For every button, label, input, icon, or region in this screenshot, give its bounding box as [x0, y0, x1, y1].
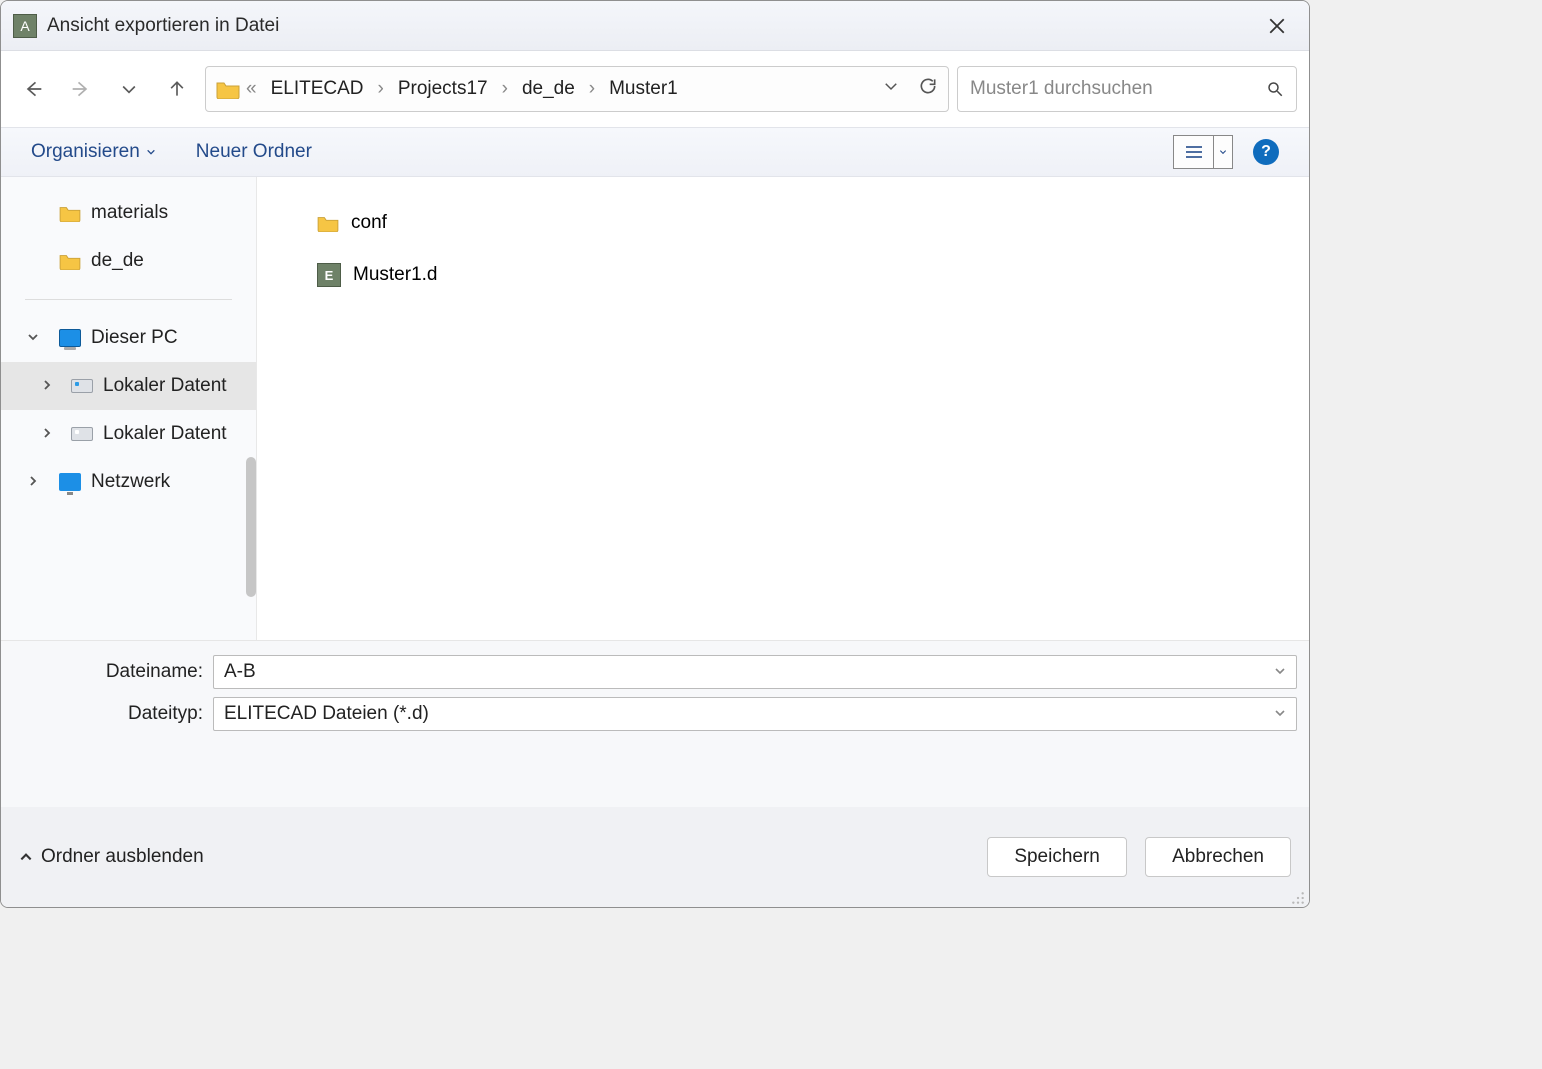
file-list[interactable]: conf E Muster1.d [257, 177, 1309, 640]
footer: Ordner ausblenden Speichern Abbrechen [1, 807, 1309, 907]
disk-icon [71, 427, 93, 441]
list-view-icon [1174, 136, 1214, 168]
chevron-down-icon[interactable] [1274, 661, 1286, 683]
chevron-down-icon[interactable] [27, 327, 43, 349]
organize-menu[interactable]: Organisieren [31, 141, 156, 163]
filetype-value: ELITECAD Dateien (*.d) [224, 703, 1274, 725]
network-icon [59, 473, 81, 491]
toolbar: Organisieren Neuer Ordner ? [1, 127, 1309, 177]
nav-row: « ELITECAD › Projects17 › de_de › Muster… [1, 51, 1309, 127]
folder-icon [317, 214, 339, 232]
new-folder-button[interactable]: Neuer Ordner [196, 141, 312, 163]
refresh-icon [918, 76, 938, 96]
breadcrumb-segment[interactable]: Muster1 [601, 74, 686, 104]
refresh-button[interactable] [918, 76, 938, 102]
list-item-label: Muster1.d [353, 264, 437, 286]
filename-label: Dateiname: [13, 661, 213, 683]
close-button[interactable] [1257, 6, 1297, 46]
monitor-icon [59, 329, 81, 347]
breadcrumb-segment[interactable]: Projects17 [390, 74, 496, 104]
chevron-right-icon: › [587, 78, 597, 100]
chevron-right-icon: › [376, 78, 386, 100]
tree-item-local-disk-2[interactable]: Lokaler Datent [1, 410, 256, 458]
chevron-right-icon[interactable] [27, 471, 43, 493]
dialog-title: Ansicht exportieren in Datei [47, 15, 279, 37]
folders-toggle-label: Ordner ausblenden [41, 846, 204, 868]
chevron-down-icon[interactable] [1274, 703, 1286, 725]
view-mode-button[interactable] [1173, 135, 1233, 169]
search-input[interactable] [970, 78, 1258, 100]
list-item-label: conf [351, 212, 387, 234]
recent-locations-button[interactable] [109, 69, 149, 109]
breadcrumb-prefix: « [244, 78, 259, 100]
tree-item-label: Dieser PC [91, 327, 178, 349]
arrow-left-icon [23, 79, 43, 99]
breadcrumb-segment[interactable]: de_de [514, 74, 583, 104]
app-icon: A [13, 14, 37, 38]
titlebar: A Ansicht exportieren in Datei [1, 1, 1309, 51]
arrow-up-icon [167, 79, 187, 99]
save-dialog: A Ansicht exportieren in Datei « ELITECA… [0, 0, 1310, 908]
search-icon [1266, 80, 1284, 98]
body: materials de_de Dieser PC Lokaler Datent [1, 177, 1309, 640]
tree-scrollbar[interactable] [246, 457, 256, 597]
document-icon: E [317, 263, 341, 287]
chevron-down-icon [1214, 148, 1232, 156]
tree-item-local-disk-1[interactable]: Lokaler Datent [1, 362, 256, 410]
organize-label: Organisieren [31, 141, 140, 163]
folder-icon [59, 204, 81, 222]
disk-icon [71, 379, 93, 393]
save-button[interactable]: Speichern [987, 837, 1127, 877]
up-button[interactable] [157, 69, 197, 109]
chevron-down-icon [882, 77, 900, 95]
tree-divider [25, 299, 232, 300]
chevron-down-icon [146, 141, 156, 163]
arrow-right-icon [71, 79, 91, 99]
filename-input[interactable] [224, 661, 1274, 683]
chevron-right-icon[interactable] [41, 423, 57, 445]
tree-item-label: materials [91, 202, 168, 224]
tree-item-materials[interactable]: materials [1, 189, 256, 237]
tree-item-label: de_de [91, 250, 144, 272]
nav-tree[interactable]: materials de_de Dieser PC Lokaler Datent [1, 177, 257, 640]
chevron-down-icon [119, 79, 139, 99]
folder-icon [59, 252, 81, 270]
list-item-file-muster1d[interactable]: E Muster1.d [317, 249, 1249, 301]
breadcrumb-segment[interactable]: ELITECAD [263, 74, 372, 104]
resize-grip[interactable] [1291, 889, 1305, 903]
chevron-right-icon[interactable] [41, 375, 57, 397]
folder-icon [216, 79, 240, 99]
forward-button[interactable] [61, 69, 101, 109]
tree-item-network[interactable]: Netzwerk [1, 458, 256, 506]
folders-toggle[interactable]: Ordner ausblenden [19, 846, 204, 868]
help-button[interactable]: ? [1253, 139, 1279, 165]
tree-item-this-pc[interactable]: Dieser PC [1, 314, 256, 362]
list-item-folder-conf[interactable]: conf [317, 197, 1249, 249]
cancel-button[interactable]: Abbrechen [1145, 837, 1291, 877]
filetype-field[interactable]: ELITECAD Dateien (*.d) [213, 697, 1297, 731]
form-area: Dateiname: Dateityp: ELITECAD Dateien (*… [1, 640, 1309, 807]
tree-item-label: Lokaler Datent [103, 423, 227, 445]
tree-item-dede[interactable]: de_de [1, 237, 256, 285]
back-button[interactable] [13, 69, 53, 109]
filetype-label: Dateityp: [13, 703, 213, 725]
filename-field[interactable] [213, 655, 1297, 689]
address-dropdown[interactable] [882, 77, 900, 101]
tree-item-label: Netzwerk [91, 471, 170, 493]
chevron-right-icon: › [500, 78, 510, 100]
tree-item-label: Lokaler Datent [103, 375, 227, 397]
chevron-up-icon [19, 850, 33, 864]
search-box[interactable] [957, 66, 1297, 112]
close-icon [1268, 17, 1286, 35]
address-bar[interactable]: « ELITECAD › Projects17 › de_de › Muster… [205, 66, 949, 112]
